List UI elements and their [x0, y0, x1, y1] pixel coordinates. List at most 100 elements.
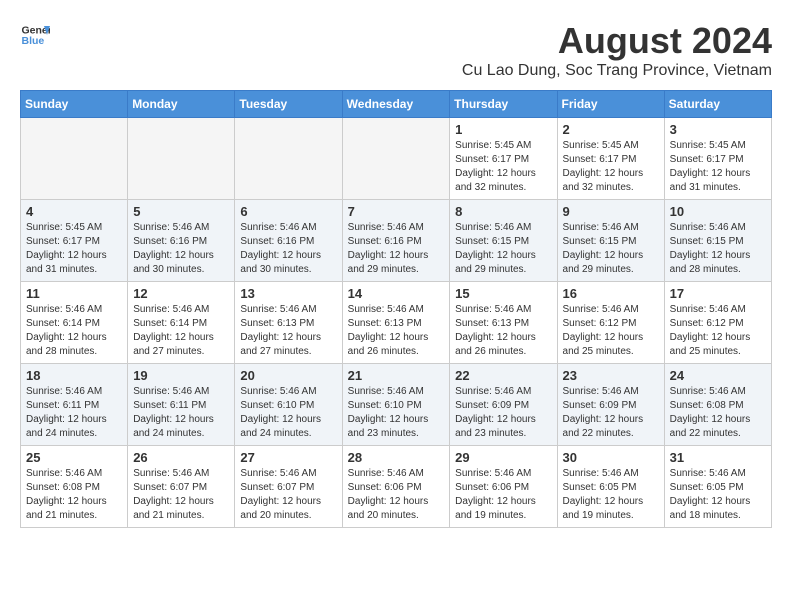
day-detail: Sunrise: 5:46 AM Sunset: 6:05 PM Dayligh… — [563, 467, 659, 523]
day-detail: Sunrise: 5:46 AM Sunset: 6:16 PM Dayligh… — [240, 221, 336, 277]
day-number: 29 — [455, 450, 551, 465]
day-number: 6 — [240, 204, 336, 219]
day-number: 5 — [133, 204, 229, 219]
day-number: 28 — [348, 450, 445, 465]
day-number: 13 — [240, 286, 336, 301]
week-row-3: 11 Sunrise: 5:46 AM Sunset: 6:14 PM Dayli… — [21, 282, 772, 364]
svg-text:Blue: Blue — [22, 35, 45, 47]
calendar-cell: 22 Sunrise: 5:46 AM Sunset: 6:09 PM Dayli… — [450, 364, 557, 446]
day-number: 9 — [563, 204, 659, 219]
day-number: 12 — [133, 286, 229, 301]
day-number: 19 — [133, 368, 229, 383]
calendar-cell: 27Sunrise: 5:46 AM Sunset: 6:07 PM Dayli… — [235, 446, 342, 528]
day-detail: Sunrise: 5:46 AM Sunset: 6:15 PM Dayligh… — [563, 221, 659, 277]
calendar-cell: 14 Sunrise: 5:46 AM Sunset: 6:13 PM Dayli… — [342, 282, 450, 364]
day-detail: Sunrise: 5:46 AM Sunset: 6:13 PM Dayligh… — [348, 303, 445, 359]
day-number: 10 — [670, 204, 766, 219]
calendar-table: SundayMondayTuesdayWednesdayThursdayFrid… — [20, 90, 772, 528]
day-number: 26 — [133, 450, 229, 465]
week-row-2: 4 Sunrise: 5:45 AM Sunset: 6:17 PM Daylig… — [21, 200, 772, 282]
day-detail: Sunrise: 5:46 AM Sunset: 6:11 PM Dayligh… — [133, 385, 229, 441]
day-number: 4 — [26, 204, 122, 219]
calendar-subtitle: Cu Lao Dung, Soc Trang Province, Vietnam — [462, 62, 772, 80]
day-number: 8 — [455, 204, 551, 219]
header-cell-wednesday: Wednesday — [342, 91, 450, 118]
day-detail: Sunrise: 5:45 AM Sunset: 6:17 PM Dayligh… — [670, 139, 766, 195]
day-number: 17 — [670, 286, 766, 301]
logo: General Blue — [20, 20, 50, 50]
calendar-cell: 8Sunrise: 5:46 AM Sunset: 6:15 PM Daylig… — [450, 200, 557, 282]
day-number: 7 — [348, 204, 445, 219]
day-detail: Sunrise: 5:46 AM Sunset: 6:05 PM Dayligh… — [670, 467, 766, 523]
day-detail: Sunrise: 5:46 AM Sunset: 6:14 PM Dayligh… — [133, 303, 229, 359]
day-number: 31 — [670, 450, 766, 465]
calendar-cell: 23 Sunrise: 5:46 AM Sunset: 6:09 PM Dayli… — [557, 364, 664, 446]
day-detail: Sunrise: 5:46 AM Sunset: 6:14 PM Dayligh… — [26, 303, 122, 359]
page-header: General Blue August 2024 Cu Lao Dung, So… — [20, 20, 772, 80]
day-number: 21 — [348, 368, 445, 383]
day-number: 15 — [455, 286, 551, 301]
calendar-cell: 15 Sunrise: 5:46 AM Sunset: 6:13 PM Dayli… — [450, 282, 557, 364]
calendar-cell: 21 Sunrise: 5:46 AM Sunset: 6:10 PM Dayli… — [342, 364, 450, 446]
day-number: 14 — [348, 286, 445, 301]
day-detail: Sunrise: 5:46 AM Sunset: 6:13 PM Dayligh… — [455, 303, 551, 359]
calendar-cell: 24 Sunrise: 5:46 AM Sunset: 6:08 PM Dayli… — [664, 364, 771, 446]
day-detail: Sunrise: 5:46 AM Sunset: 6:06 PM Dayligh… — [455, 467, 551, 523]
day-detail: Sunrise: 5:46 AM Sunset: 6:08 PM Dayligh… — [670, 385, 766, 441]
day-detail: Sunrise: 5:46 AM Sunset: 6:10 PM Dayligh… — [348, 385, 445, 441]
calendar-cell: 25 Sunrise: 5:46 AM Sunset: 6:08 PM Dayli… — [21, 446, 128, 528]
calendar-cell: 4 Sunrise: 5:45 AM Sunset: 6:17 PM Daylig… — [21, 200, 128, 282]
calendar-cell: 1Sunrise: 5:45 AM Sunset: 6:17 PM Daylig… — [450, 118, 557, 200]
day-number: 16 — [563, 286, 659, 301]
calendar-cell — [235, 118, 342, 200]
day-number: 2 — [563, 122, 659, 137]
header-cell-tuesday: Tuesday — [235, 91, 342, 118]
calendar-cell — [342, 118, 450, 200]
week-row-5: 25 Sunrise: 5:46 AM Sunset: 6:08 PM Dayli… — [21, 446, 772, 528]
calendar-cell: 29 Sunrise: 5:46 AM Sunset: 6:06 PM Dayli… — [450, 446, 557, 528]
day-detail: Sunrise: 5:46 AM Sunset: 6:09 PM Dayligh… — [563, 385, 659, 441]
header-cell-monday: Monday — [128, 91, 235, 118]
day-detail: Sunrise: 5:46 AM Sunset: 6:10 PM Dayligh… — [240, 385, 336, 441]
calendar-cell: 28 Sunrise: 5:46 AM Sunset: 6:06 PM Dayli… — [342, 446, 450, 528]
calendar-cell: 2 Sunrise: 5:45 AM Sunset: 6:17 PM Daylig… — [557, 118, 664, 200]
calendar-cell: 9 Sunrise: 5:46 AM Sunset: 6:15 PM Daylig… — [557, 200, 664, 282]
day-detail: Sunrise: 5:46 AM Sunset: 6:06 PM Dayligh… — [348, 467, 445, 523]
calendar-cell — [21, 118, 128, 200]
logo-icon: General Blue — [20, 20, 50, 50]
header-cell-friday: Friday — [557, 91, 664, 118]
calendar-cell: 3 Sunrise: 5:45 AM Sunset: 6:17 PM Daylig… — [664, 118, 771, 200]
calendar-cell — [128, 118, 235, 200]
calendar-cell: 26 Sunrise: 5:46 AM Sunset: 6:07 PM Dayli… — [128, 446, 235, 528]
day-detail: Sunrise: 5:45 AM Sunset: 6:17 PM Dayligh… — [563, 139, 659, 195]
day-detail: Sunrise: 5:45 AM Sunset: 6:17 PM Dayligh… — [26, 221, 122, 277]
calendar-cell: 13 Sunrise: 5:46 AM Sunset: 6:13 PM Dayli… — [235, 282, 342, 364]
day-number: 22 — [455, 368, 551, 383]
calendar-cell: 7 Sunrise: 5:46 AM Sunset: 6:16 PM Daylig… — [342, 200, 450, 282]
calendar-cell: 17 Sunrise: 5:46 AM Sunset: 6:12 PM Dayli… — [664, 282, 771, 364]
day-number: 30 — [563, 450, 659, 465]
header-cell-saturday: Saturday — [664, 91, 771, 118]
day-detail: Sunrise: 5:46 AM Sunset: 6:08 PM Dayligh… — [26, 467, 122, 523]
calendar-cell: 16 Sunrise: 5:46 AM Sunset: 6:12 PM Dayli… — [557, 282, 664, 364]
day-detail: Sunrise: 5:46 AM Sunset: 6:09 PM Dayligh… — [455, 385, 551, 441]
day-detail: Sunrise: 5:46 AM Sunset: 6:07 PM Dayligh… — [133, 467, 229, 523]
calendar-cell: 20Sunrise: 5:46 AM Sunset: 6:10 PM Dayli… — [235, 364, 342, 446]
header-cell-thursday: Thursday — [450, 91, 557, 118]
calendar-cell: 31 Sunrise: 5:46 AM Sunset: 6:05 PM Dayli… — [664, 446, 771, 528]
day-number: 23 — [563, 368, 659, 383]
day-detail: Sunrise: 5:46 AM Sunset: 6:16 PM Dayligh… — [348, 221, 445, 277]
day-detail: Sunrise: 5:46 AM Sunset: 6:13 PM Dayligh… — [240, 303, 336, 359]
day-number: 3 — [670, 122, 766, 137]
title-block: August 2024 Cu Lao Dung, Soc Trang Provi… — [462, 20, 772, 80]
day-number: 25 — [26, 450, 122, 465]
day-number: 11 — [26, 286, 122, 301]
calendar-cell: 6 Sunrise: 5:46 AM Sunset: 6:16 PM Daylig… — [235, 200, 342, 282]
day-detail: Sunrise: 5:46 AM Sunset: 6:12 PM Dayligh… — [670, 303, 766, 359]
day-detail: Sunrise: 5:46 AM Sunset: 6:12 PM Dayligh… — [563, 303, 659, 359]
day-number: 24 — [670, 368, 766, 383]
calendar-cell: 30 Sunrise: 5:46 AM Sunset: 6:05 PM Dayli… — [557, 446, 664, 528]
calendar-cell: 10Sunrise: 5:46 AM Sunset: 6:15 PM Dayli… — [664, 200, 771, 282]
day-detail: Sunrise: 5:45 AM Sunset: 6:17 PM Dayligh… — [455, 139, 551, 195]
day-detail: Sunrise: 5:46 AM Sunset: 6:16 PM Dayligh… — [133, 221, 229, 277]
